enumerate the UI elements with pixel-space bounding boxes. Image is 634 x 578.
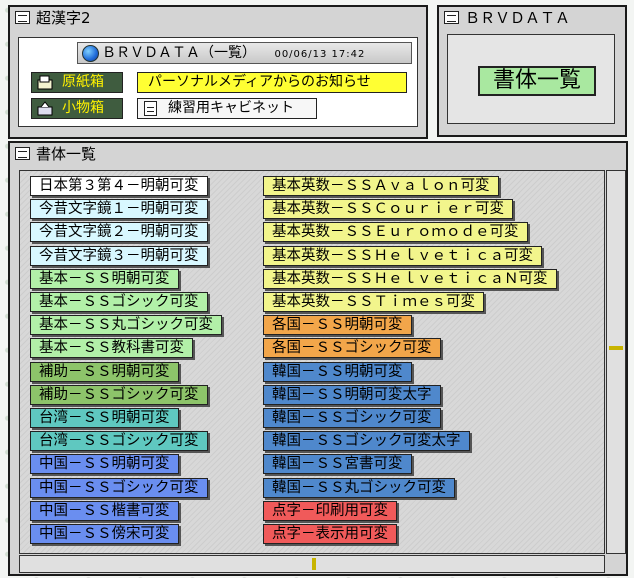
font-item[interactable]: 韓国－ＳＳゴシック可変太字 [263, 431, 470, 452]
window-icon[interactable] [444, 11, 459, 24]
font-item[interactable]: 韓国－ＳＳ宮書可変 [263, 454, 412, 475]
font-item[interactable]: 基本－ＳＳ丸ゴシック可変 [30, 315, 222, 336]
font-item[interactable]: 各国－ＳＳゴシック可変 [263, 338, 441, 359]
font-item[interactable]: 基本英数－ＳＳＨｅｌｖｅｔｉｃａＮ可変 [263, 268, 557, 289]
font-item[interactable]: 今昔文字鏡２－明朝可変 [30, 222, 208, 243]
font-list-area: 日本第３第４－明朝可変 今昔文字鏡１－明朝可変 今昔文字鏡２－明朝可変 今昔文字鏡３－… [19, 170, 605, 554]
paper-box-label: 原紙箱 [62, 74, 104, 90]
vertical-scrollbar[interactable] [606, 170, 626, 554]
font-item[interactable]: 韓国－ＳＳゴシック可変 [263, 408, 441, 428]
window-icon[interactable] [15, 11, 30, 24]
font-item[interactable]: 日本第３第４－明朝可変 [30, 176, 208, 196]
cabinet-icon [144, 101, 157, 116]
header-date: 00/06/13 17:42 [274, 49, 366, 60]
globe-icon [82, 45, 99, 62]
font-item[interactable]: 中国－ＳＳ傍宋可変 [30, 524, 179, 544]
window-title: ＢＲＶＤＡＴＡ [465, 9, 571, 27]
paper-box-icon [37, 75, 53, 90]
font-item[interactable]: 台湾－ＳＳゴシック可変 [30, 431, 208, 452]
font-item[interactable]: 基本英数－ＳＳＨｅｌｖｅｔｉｃａ可変 [263, 245, 542, 266]
window-chokanji[interactable]: 超漢字2 ＢＲＶＤＡＴＡ（一覧） 00/06/13 17:42 原紙箱 小物箱 … [8, 5, 428, 139]
window-font-list[interactable]: 書体一覧 日本第３第４－明朝可変 今昔文字鏡１－明朝可変 今昔文字鏡２－明朝可変 今昔… [8, 141, 628, 576]
font-item[interactable]: 補助－ＳＳゴシック可変 [30, 384, 208, 405]
window-titlebar[interactable]: 超漢字2 [10, 7, 426, 29]
font-item[interactable]: 基本英数－ＳＳＣｏｕｒｉｅｒ可変 [263, 199, 513, 220]
font-item[interactable]: 今昔文字鏡１－明朝可変 [30, 199, 208, 220]
font-item[interactable]: 各国－ＳＳ明朝可変 [263, 315, 412, 336]
font-item[interactable]: 点字－印刷用可変 [263, 500, 397, 521]
font-item[interactable]: 中国－ＳＳ楷書可変 [30, 500, 179, 521]
tool-box-icon [37, 101, 53, 116]
font-item[interactable]: 韓国－ＳＳ明朝可変太字 [263, 384, 441, 405]
cabinet-label: 練習用キャビネット [168, 100, 294, 116]
font-item[interactable]: 基本英数－ＳＳＴｉｍｅｓ可変 [263, 292, 484, 312]
notice-link[interactable]: パーソナルメディアからのお知らせ [137, 72, 407, 93]
font-item[interactable]: 今昔文字鏡３－明朝可変 [30, 245, 208, 266]
font-item[interactable]: 韓国－ＳＳ丸ゴシック可変 [263, 477, 455, 498]
font-item[interactable]: 基本英数－ＳＳＡｖａｌｏｎ可変 [263, 176, 499, 196]
font-item[interactable]: 基本－ＳＳ明朝可変 [30, 268, 179, 289]
font-item[interactable]: 中国－ＳＳ明朝可変 [30, 454, 179, 475]
window-brvdata[interactable]: ＢＲＶＤＡＴＡ 書体一覧 [437, 5, 627, 137]
font-item[interactable]: 補助－ＳＳ明朝可変 [30, 361, 179, 382]
font-list-button[interactable]: 書体一覧 [478, 66, 596, 96]
window-body: ＢＲＶＤＡＴＡ（一覧） 00/06/13 17:42 原紙箱 小物箱 パーソナル… [18, 37, 418, 127]
paper-box-button[interactable]: 原紙箱 [31, 72, 123, 93]
practice-cabinet-button[interactable]: 練習用キャビネット [137, 98, 317, 119]
font-item[interactable]: 基本－ＳＳ教科書可変 [30, 338, 193, 359]
font-item[interactable]: 韓国－ＳＳ明朝可変 [263, 361, 412, 382]
tool-box-button[interactable]: 小物箱 [31, 98, 123, 119]
brvdata-list-header[interactable]: ＢＲＶＤＡＴＡ（一覧） 00/06/13 17:42 [77, 42, 412, 64]
font-item[interactable]: 台湾－ＳＳ明朝可変 [30, 408, 179, 428]
window-title: 書体一覧 [36, 145, 97, 163]
tool-box-label: 小物箱 [62, 100, 104, 116]
window-titlebar[interactable]: ＢＲＶＤＡＴＡ [439, 7, 625, 29]
horizontal-scrollbar[interactable] [19, 555, 605, 573]
window-icon[interactable] [15, 147, 30, 160]
window-titlebar[interactable]: 書体一覧 [10, 143, 626, 165]
horizontal-scroll-thumb[interactable] [312, 558, 316, 570]
header-title: ＢＲＶＤＡＴＡ（一覧） [102, 45, 256, 61]
window-body: 書体一覧 [447, 34, 615, 124]
vertical-scroll-thumb[interactable] [609, 346, 623, 350]
font-item[interactable]: 基本－ＳＳゴシック可変 [30, 292, 208, 312]
font-item[interactable]: 点字－表示用可変 [263, 524, 397, 544]
window-title: 超漢字2 [36, 9, 91, 27]
font-item[interactable]: 中国－ＳＳゴシック可変 [30, 477, 208, 498]
font-item[interactable]: 基本英数－ＳＳＥｕｒｏｍｏｄｅ可変 [263, 222, 528, 243]
